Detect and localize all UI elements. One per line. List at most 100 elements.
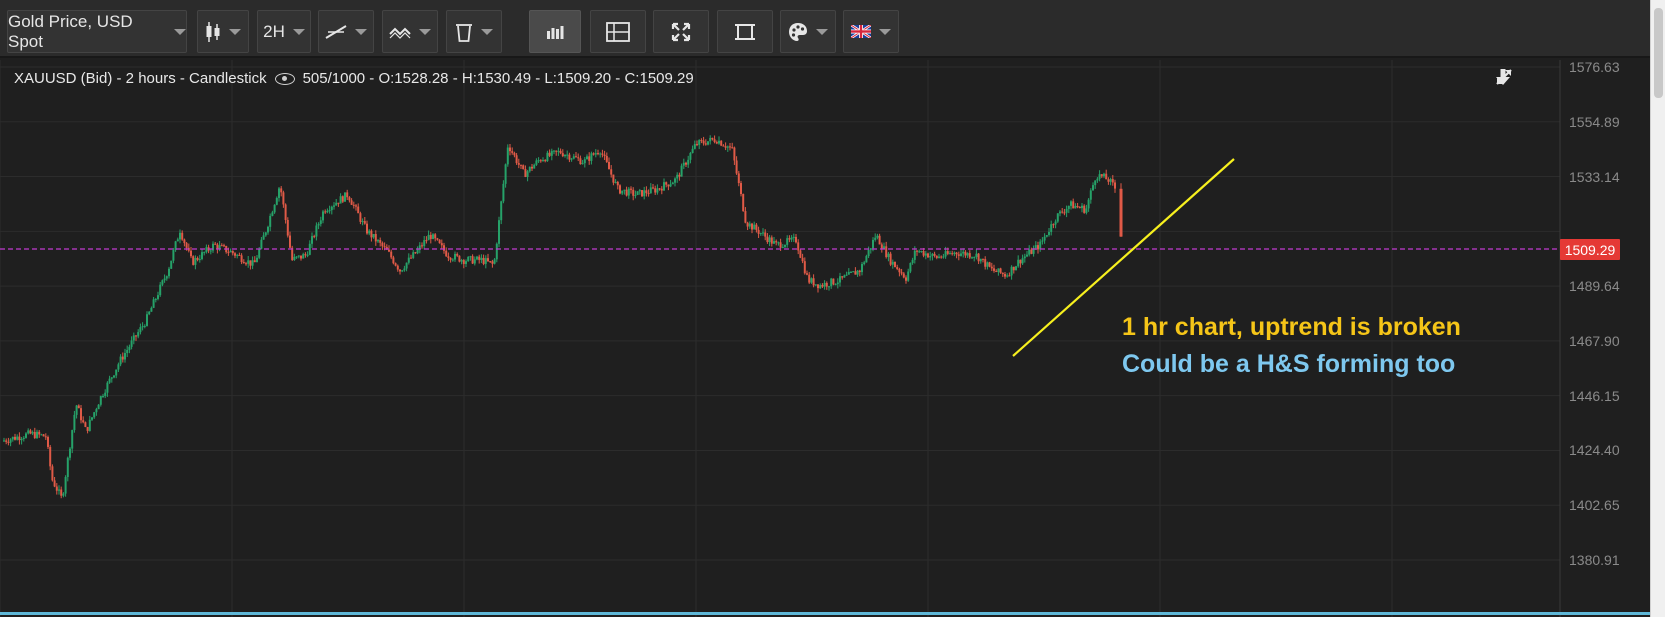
candle-body xyxy=(876,235,879,238)
candle-body xyxy=(9,439,12,443)
candle-body xyxy=(203,252,206,254)
candle-body xyxy=(1006,275,1009,277)
candle-body xyxy=(682,162,685,166)
candle-body xyxy=(11,436,14,440)
candle-body xyxy=(779,242,782,248)
fit-screen-button[interactable] xyxy=(717,10,773,53)
candle-body xyxy=(564,155,566,157)
candle-body xyxy=(869,248,872,250)
candle-body xyxy=(792,236,795,238)
candle-body xyxy=(91,417,93,420)
candle-body xyxy=(363,221,366,224)
candle-body xyxy=(935,255,938,258)
candle-body xyxy=(528,166,531,172)
candle-body xyxy=(966,253,969,256)
candle-body xyxy=(154,298,157,300)
chevron-down-icon xyxy=(292,28,305,35)
theme-button[interactable] xyxy=(780,10,836,53)
candle-body xyxy=(194,258,197,265)
chart-type-button[interactable] xyxy=(197,10,249,53)
candle-body xyxy=(99,396,102,405)
candle-body xyxy=(988,262,991,267)
candle-body xyxy=(702,140,705,144)
candle-body xyxy=(126,349,129,354)
candle-body xyxy=(148,311,151,315)
candle-body xyxy=(955,252,958,255)
candle-body xyxy=(830,278,833,287)
candle-body xyxy=(1098,174,1101,179)
arrow-down-icon[interactable] xyxy=(1495,68,1511,86)
candle-body xyxy=(436,238,439,240)
candle-body xyxy=(1010,266,1013,276)
bar-chart-icon xyxy=(547,25,564,39)
chart-app: Gold Price, USD Spot 2H XAUUSD (Bid) - 2… xyxy=(0,0,1650,617)
crosshair-button[interactable] xyxy=(590,10,646,53)
candle-body xyxy=(192,256,195,265)
candle-body xyxy=(559,150,562,154)
candle-body xyxy=(1092,185,1094,191)
candle-body xyxy=(238,254,241,256)
vertical-scrollbar[interactable] xyxy=(1650,0,1665,617)
candle-body xyxy=(777,242,780,244)
candle-body xyxy=(641,190,643,197)
candle-body xyxy=(520,164,522,166)
scrollbar-thumb[interactable] xyxy=(1654,8,1663,98)
drawing-tools-button[interactable] xyxy=(318,10,374,53)
candle-body xyxy=(1039,241,1042,250)
delete-drawings-button[interactable] xyxy=(446,10,502,53)
candle-body xyxy=(60,489,63,496)
candle-body xyxy=(907,271,910,281)
candle-body xyxy=(784,244,786,247)
candle-body xyxy=(1096,178,1099,181)
volume-bars-button[interactable] xyxy=(529,10,581,53)
candle-body xyxy=(275,197,278,205)
candle-body xyxy=(86,426,89,431)
candle-body xyxy=(1023,256,1026,259)
candle-body xyxy=(674,178,676,183)
candle-body xyxy=(223,245,225,247)
candle-body xyxy=(854,271,857,275)
last-candle-body[interactable] xyxy=(1119,188,1123,237)
timeframe-selector[interactable]: 2H xyxy=(257,10,311,53)
candle-body xyxy=(313,236,316,238)
candle-body xyxy=(960,253,962,256)
candle-body xyxy=(278,188,280,198)
candle-body xyxy=(440,243,443,246)
candle-body xyxy=(143,325,146,327)
candle-body xyxy=(711,137,714,140)
candle-body xyxy=(625,189,628,196)
candle-body xyxy=(229,250,232,253)
frame-icon xyxy=(735,23,755,40)
instrument-selector[interactable]: Gold Price, USD Spot xyxy=(7,10,187,53)
candle-body xyxy=(227,252,230,254)
expand-icon xyxy=(671,22,691,41)
candle-body xyxy=(678,174,681,177)
indicators-button[interactable] xyxy=(382,10,438,53)
fullscreen-button[interactable] xyxy=(653,10,709,53)
eye-icon[interactable] xyxy=(274,72,295,85)
candle-body xyxy=(14,436,16,440)
candle-body xyxy=(766,236,769,243)
y-axis-label: 1554.89 xyxy=(1569,113,1620,130)
candle-body xyxy=(880,244,883,250)
candle-body xyxy=(841,276,844,278)
candle-body xyxy=(986,262,989,267)
candle-body xyxy=(638,190,641,192)
candle-body xyxy=(1041,240,1044,242)
candle-body xyxy=(267,226,269,233)
annotation-uptrend-broken: 1 hr chart, uptrend is broken xyxy=(1122,313,1461,341)
candle-body xyxy=(350,200,353,205)
candle-body xyxy=(1085,208,1088,213)
candle-body xyxy=(22,437,25,440)
candle-body xyxy=(982,258,984,260)
candle-body xyxy=(20,439,23,441)
chart-area[interactable]: XAUUSD (Bid) - 2 hours - Candlestick 505… xyxy=(0,59,1650,617)
candle-body xyxy=(781,246,784,248)
candle-body xyxy=(476,256,478,260)
language-button[interactable] xyxy=(843,10,899,53)
candle-body xyxy=(339,196,342,204)
candle-body xyxy=(1004,274,1006,277)
candle-body xyxy=(434,234,437,239)
candle-body xyxy=(286,220,289,236)
candle-body xyxy=(825,282,828,287)
